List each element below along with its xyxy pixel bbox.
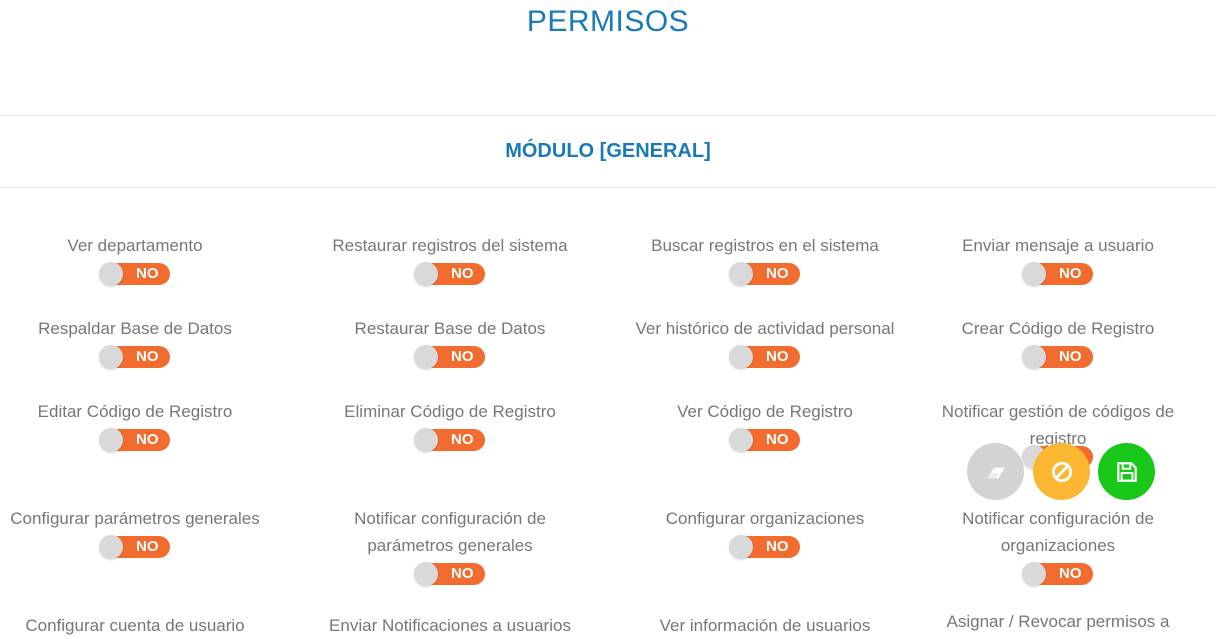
toggle-knob: [99, 262, 123, 286]
toggle-knob: [413, 262, 438, 286]
permission-toggle[interactable]: NO: [99, 535, 170, 559]
permission-label: Respaldar Base de Datos: [38, 319, 232, 338]
toggle-state: NO: [450, 265, 474, 282]
toggle-knob: [729, 345, 753, 369]
permission-label: Asignar / Revocar permisos a: [946, 612, 1170, 631]
permission-toggle[interactable]: NO: [413, 345, 485, 369]
toggle-state: NO: [1058, 265, 1082, 282]
permission-label: Crear Código de Registro: [961, 319, 1155, 338]
toggle-state: NO: [135, 431, 159, 448]
permission-toggle[interactable]: NO: [414, 562, 485, 586]
toggle-knob: [413, 345, 438, 369]
permission-label: Enviar Notificaciones a usuarios: [329, 616, 571, 635]
permission-toggle[interactable]: NO: [1021, 262, 1093, 286]
permission-label: Enviar mensaje a usuario: [962, 236, 1154, 255]
permission-item: Enviar mensaje a usuario NO: [962, 232, 1154, 315]
permission-toggle[interactable]: NO: [729, 345, 800, 369]
permission-toggle[interactable]: NO: [99, 262, 170, 286]
permission-item: Notificar configuración de parámetros ge…: [335, 505, 565, 612]
permissions-column-2: Restaurar registros del sistema NO Resta…: [270, 232, 630, 639]
save-button[interactable]: [1098, 443, 1155, 500]
toggle-knob: [1021, 345, 1046, 369]
clear-button[interactable]: [967, 443, 1024, 500]
toggle-state: NO: [766, 348, 789, 365]
toggle-knob: [414, 562, 438, 586]
page-title: PERMISOS: [526, 5, 690, 38]
permission-item: Editar Código de Registro NO: [37, 398, 233, 505]
toggle-knob: [728, 262, 753, 286]
permission-item: Configurar cuenta de usuario: [25, 612, 244, 639]
permission-item: Ver histórico de actividad personal NO: [635, 315, 895, 398]
toggle-knob: [98, 345, 123, 369]
toggle-knob: [98, 428, 123, 452]
toggle-state: NO: [135, 348, 159, 365]
permission-toggle[interactable]: NO: [1021, 345, 1093, 369]
permission-toggle[interactable]: NO: [728, 535, 800, 559]
module-title: MÓDULO [GENERAL]: [505, 140, 711, 162]
toggle-state: NO: [1058, 348, 1082, 365]
toggle-knob: [1021, 262, 1046, 286]
cancel-button[interactable]: [1033, 443, 1090, 500]
toggle-knob: [1022, 562, 1046, 586]
permission-item: Eliminar Código de Registro NO: [344, 398, 556, 505]
permission-label: Ver Código de Registro: [677, 402, 853, 421]
permission-toggle[interactable]: NO: [729, 428, 800, 452]
permission-item: Ver información de usuarios: [660, 612, 871, 639]
permission-item: Restaurar registros del sistema NO: [332, 232, 568, 315]
permission-label: Editar Código de Registro: [37, 402, 233, 421]
permission-item: Notificar configuración de organizacione…: [943, 505, 1173, 612]
permission-item: Configurar parámetros generales NO: [10, 505, 260, 612]
permission-toggle[interactable]: NO: [98, 345, 170, 369]
permission-item: Buscar registros en el sistema NO: [651, 232, 879, 315]
permissions-column-1: Ver departamento NO Respaldar Base de Da…: [0, 232, 270, 639]
permissions-column-4: Enviar mensaje a usuario NO Crear Código…: [900, 232, 1216, 639]
ban-icon: [1051, 461, 1072, 482]
permission-item: Enviar Notificaciones a usuarios: [329, 612, 571, 639]
divider-top: [0, 115, 1216, 116]
toggle-state: NO: [451, 565, 474, 582]
permission-toggle[interactable]: NO: [728, 262, 800, 286]
permission-item: Asignar / Revocar permisos a: [947, 612, 1170, 635]
permission-toggle[interactable]: NO: [98, 428, 170, 452]
permission-item: Ver departamento NO: [67, 232, 203, 315]
permission-toggle[interactable]: NO: [413, 262, 485, 286]
permission-item: Ver Código de Registro NO: [677, 398, 853, 505]
permissions-grid: Ver departamento NO Respaldar Base de Da…: [0, 232, 1216, 639]
permission-label: Eliminar Código de Registro: [344, 402, 556, 421]
permission-item: Respaldar Base de Datos NO: [38, 315, 232, 398]
toggle-knob: [728, 535, 753, 559]
permission-label: Ver información de usuarios: [659, 616, 871, 635]
toggle-state: NO: [765, 265, 789, 282]
eraser-icon: [986, 467, 1005, 478]
toggle-state: NO: [1059, 565, 1082, 582]
permission-item: Restaurar Base de Datos NO: [354, 315, 546, 398]
toggle-state: NO: [766, 431, 789, 448]
permission-label: Restaurar Base de Datos: [354, 319, 546, 338]
divider-bottom: [0, 187, 1216, 188]
permission-label: Ver histórico de actividad personal: [635, 319, 895, 338]
permissions-column-3: Buscar registros en el sistema NO Ver hi…: [630, 232, 900, 639]
toggle-knob: [414, 428, 438, 452]
permission-label: Configurar parámetros generales: [10, 509, 260, 528]
toggle-knob: [729, 428, 753, 452]
permission-toggle[interactable]: NO: [1022, 562, 1093, 586]
toggle-state: NO: [451, 431, 474, 448]
permission-label: Ver departamento: [67, 236, 203, 255]
toggle-knob: [99, 535, 123, 559]
permission-label: Configurar organizaciones: [665, 509, 865, 528]
permission-item: Crear Código de Registro NO: [961, 315, 1155, 398]
toggle-state: NO: [450, 348, 474, 365]
floppy-disk-icon: [1116, 461, 1137, 482]
permission-label: Notificar configuración de organizacione…: [962, 509, 1154, 555]
toggle-state: NO: [136, 538, 159, 555]
toggle-state: NO: [765, 538, 789, 555]
permission-label: Configurar cuenta de usuario: [25, 616, 245, 635]
permission-item: Configurar organizaciones NO: [666, 505, 864, 612]
permission-label: Restaurar registros del sistema: [332, 236, 568, 255]
permission-label: Buscar registros en el sistema: [651, 236, 879, 255]
permission-toggle[interactable]: NO: [414, 428, 485, 452]
toggle-state: NO: [136, 265, 159, 282]
permission-label: Notificar configuración de parámetros ge…: [354, 509, 546, 555]
